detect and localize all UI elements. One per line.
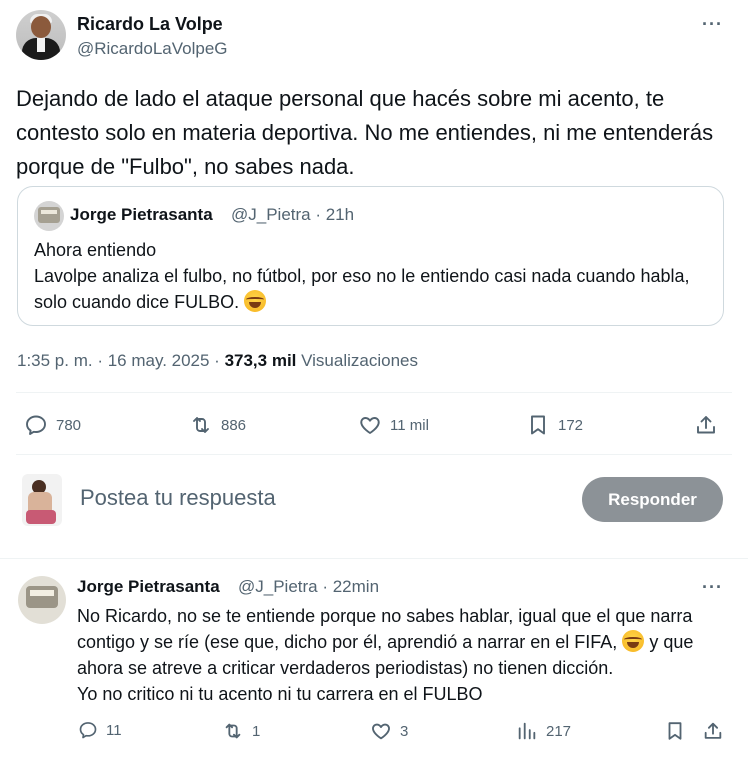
bookmark-count: 172 <box>558 416 584 434</box>
share-icon <box>697 416 715 434</box>
repost-count: 886 <box>221 416 247 434</box>
analytics-bars-icon <box>518 722 536 740</box>
quoted-tweet-text: Ahora entiendo Lavolpe analiza el fulbo,… <box>34 237 704 315</box>
author-avatar[interactable] <box>16 10 66 60</box>
reply-text-line-1: No Ricardo, no se te entiende porque no … <box>77 606 693 652</box>
like-button[interactable]: 11 mil <box>358 413 429 437</box>
timestamp-text[interactable]: 1:35 p. m. · 16 may. 2025 · <box>17 351 225 370</box>
reply-bookmark-button[interactable] <box>664 720 686 742</box>
divider <box>16 454 732 455</box>
bookmark-icon <box>668 722 682 740</box>
quoted-author-name[interactable]: Jorge Pietrasanta <box>70 205 213 225</box>
quoted-tweet[interactable]: Jorge Pietrasanta @J_Pietra · 21h Ahora … <box>17 186 724 326</box>
author-name[interactable]: Ricardo La Volpe <box>77 14 223 35</box>
quoted-author-avatar[interactable] <box>34 201 64 231</box>
reply-repost-count: 1 <box>252 722 261 740</box>
more-options-icon[interactable]: ··· <box>702 14 723 35</box>
current-user-avatar[interactable] <box>22 474 62 526</box>
reply-like-count: 3 <box>400 722 409 740</box>
reply-text-line-3: Yo no critico ni tu acento ni tu carrera… <box>77 684 483 704</box>
reply-icon <box>79 722 97 739</box>
share-button[interactable] <box>694 413 718 437</box>
repost-icon <box>193 417 209 433</box>
reply-share-button[interactable] <box>702 720 724 742</box>
divider <box>16 392 732 393</box>
reply-input[interactable]: Postea tu respuesta <box>80 485 276 511</box>
reply-like-button[interactable]: 3 <box>370 720 408 742</box>
reply-icon <box>26 415 46 435</box>
reply-views-count: 217 <box>546 722 572 740</box>
reply-text: No Ricardo, no se te entiende porque no … <box>77 603 737 707</box>
share-icon <box>704 722 722 739</box>
views-label: Visualizaciones <box>296 351 418 370</box>
reply-reply-button[interactable]: 11 <box>78 720 122 740</box>
rolling-laughing-emoji-icon <box>622 630 645 652</box>
reply-author-name[interactable]: Jorge Pietrasanta <box>77 577 220 597</box>
quoted-tweet-meta: @J_Pietra · 21h <box>231 205 355 224</box>
repost-icon <box>225 723 241 739</box>
reply-reply-count: 11 <box>106 721 122 739</box>
heart-icon <box>372 723 390 740</box>
tweet-timestamp: 1:35 p. m. · 16 may. 2025 · 373,3 mil Vi… <box>17 351 418 371</box>
divider <box>0 558 748 559</box>
reply-repost-button[interactable]: 1 <box>222 720 260 742</box>
repost-button[interactable]: 886 <box>189 413 246 437</box>
views-count: 373,3 mil <box>224 351 297 370</box>
reply-meta: @J_Pietra · 22min <box>238 577 380 596</box>
reply-views-button[interactable]: 217 <box>516 720 571 742</box>
reply-more-options-icon[interactable]: ··· <box>702 577 723 598</box>
quoted-text-line-2: Lavolpe analiza el fulbo, no fútbol, por… <box>34 266 690 312</box>
bookmark-icon <box>531 415 545 435</box>
bookmark-button[interactable]: 172 <box>526 413 583 437</box>
heart-icon <box>360 417 380 434</box>
tweet-text: Dejando de lado el ataque personal que h… <box>16 86 714 179</box>
reply-button[interactable]: 780 <box>24 413 81 437</box>
author-handle[interactable]: @RicardoLaVolpeG <box>77 39 228 59</box>
rolling-laughing-emoji-icon <box>244 290 267 312</box>
like-count: 11 mil <box>390 416 429 434</box>
reply-author-avatar[interactable] <box>18 576 66 624</box>
reply-submit-button[interactable]: Responder <box>582 477 723 522</box>
quoted-text-line-1: Ahora entiendo <box>34 240 157 260</box>
reply-count: 780 <box>56 416 82 434</box>
